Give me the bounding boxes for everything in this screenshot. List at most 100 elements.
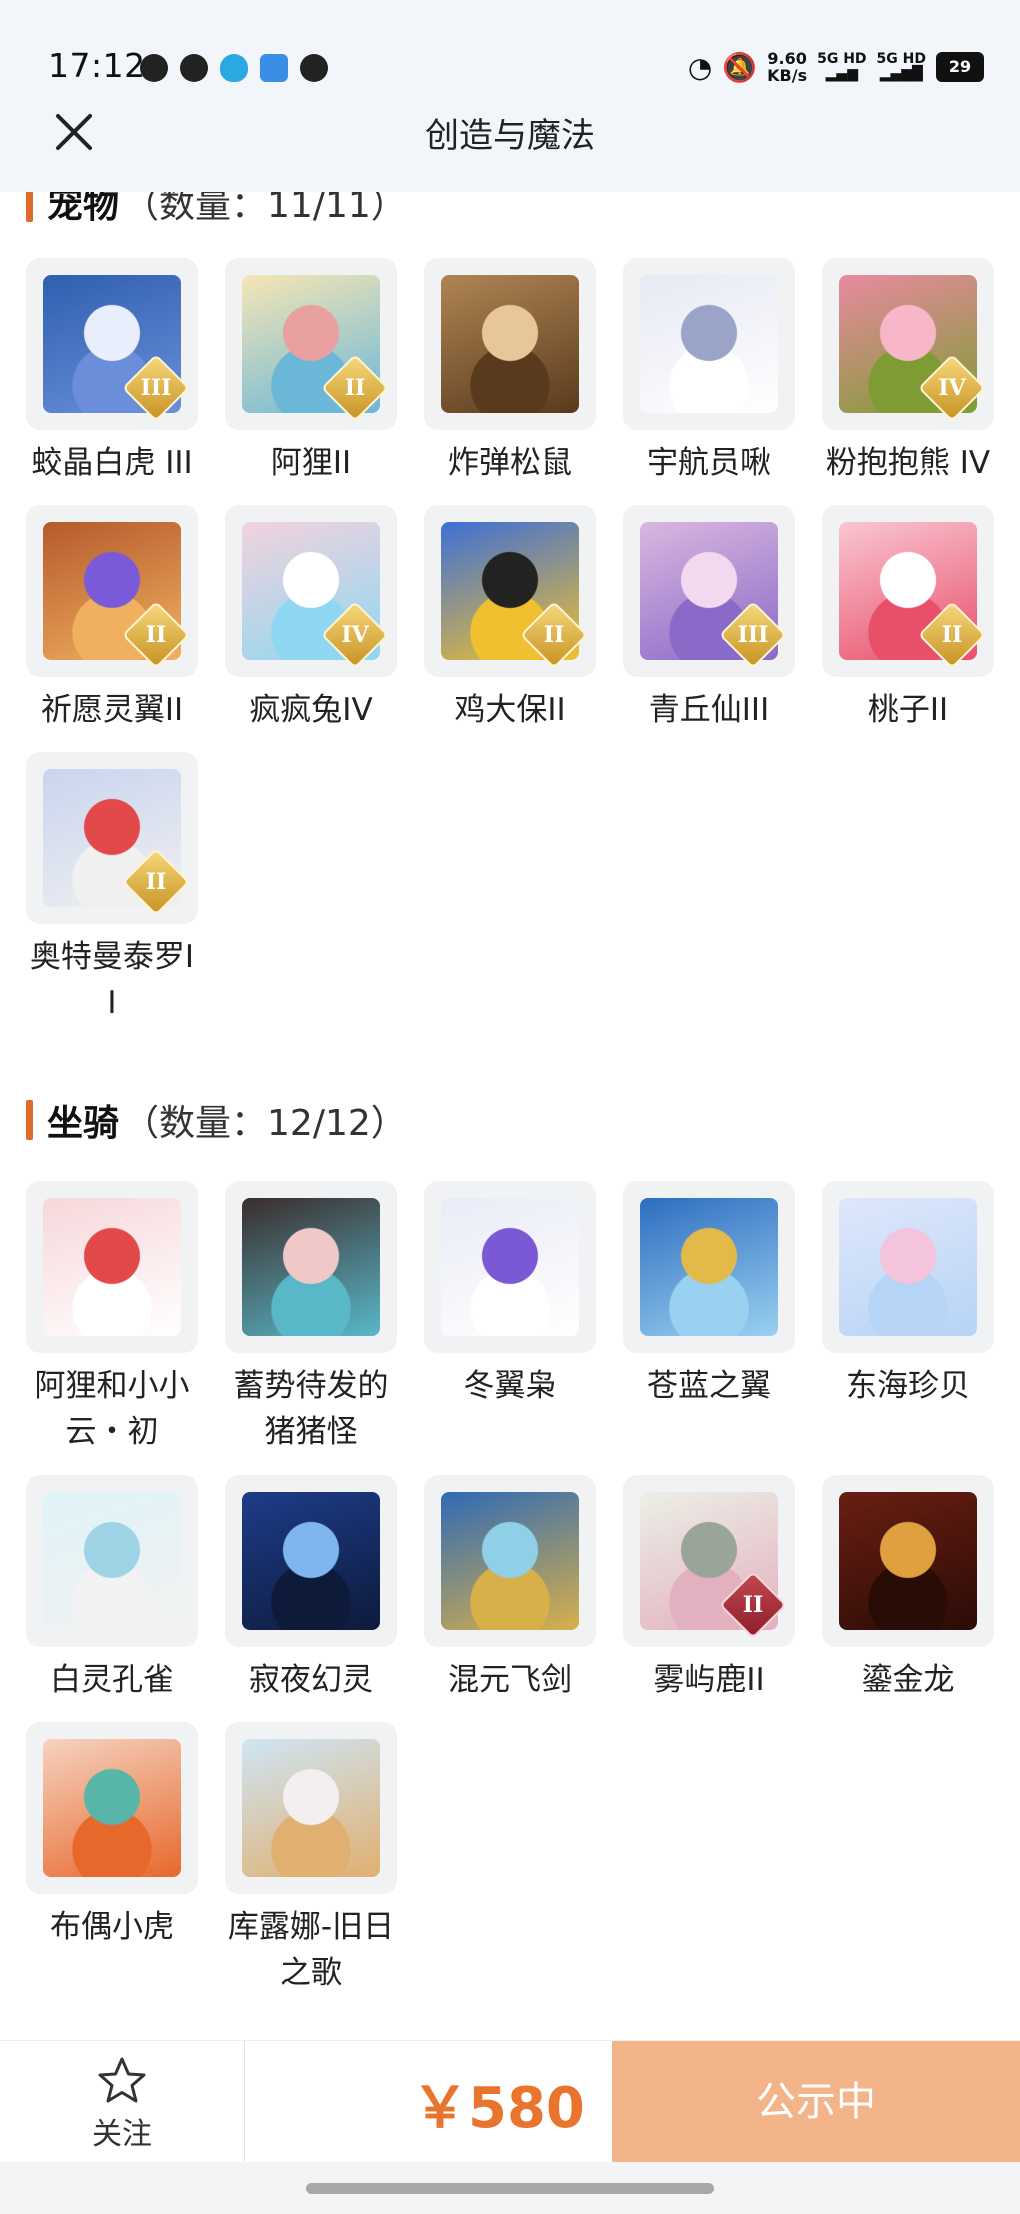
cat-app-icon [300, 54, 328, 82]
net-speed: 9.60 KB/s [767, 49, 808, 85]
item-label: 冬翼枭 [463, 1368, 557, 1404]
tier-badge-label: III [140, 375, 172, 401]
section-count: （数量：12/12） [123, 1103, 407, 1144]
mount-item[interactable]: 布偶小虎 [26, 1722, 198, 1950]
pet-item[interactable]: 宇航员啾 [623, 258, 795, 486]
pet-item[interactable]: II 桃子II [822, 505, 994, 733]
item-artwork [839, 1492, 977, 1630]
tier-badge-label: II [145, 869, 167, 895]
item-thumbnail [26, 1475, 198, 1647]
qq-icon [220, 54, 248, 82]
signal-2: 5G HD ▂▄▆█ [876, 51, 926, 82]
gauge-icon: ◔ [687, 50, 713, 84]
item-artwork [43, 1492, 181, 1630]
battery-icon: 29 [936, 52, 984, 82]
item-thumbnail [26, 1722, 198, 1894]
item-thumbnail [225, 1475, 397, 1647]
item-thumbnail: II [26, 505, 198, 677]
tier-badge-label: IV [341, 622, 369, 648]
mount-item[interactable]: 白灵孔雀 [26, 1475, 198, 1703]
pet-item[interactable]: II 祈愿灵翼II [26, 505, 198, 733]
item-artwork [242, 1739, 380, 1877]
mount-item[interactable]: 寂夜幻灵 [225, 1475, 397, 1703]
item-label: 蛟晶白虎 III [31, 445, 193, 481]
mount-item[interactable]: 东海珍贝 [822, 1181, 994, 1409]
tier-badge-label: II [344, 375, 366, 401]
item-label: 阿狸和小小云・初 [34, 1368, 190, 1450]
status-bar: 17:12 ◔ 🔕 9.60 KB/s 5G HD ▂▄▆ 5G HD ▂▄▆█ 2… [0, 0, 1020, 120]
item-thumbnail: IV [822, 258, 994, 430]
item-thumbnail: III [623, 505, 795, 677]
item-thumbnail [26, 1181, 198, 1353]
item-thumbnail [225, 1181, 397, 1353]
section-accent-bar [26, 1100, 33, 1140]
mount-item[interactable]: 混元飞剑 [424, 1475, 596, 1703]
item-label: 宇航员啾 [647, 445, 771, 481]
item-label: 粉抱抱熊 IV [825, 445, 991, 481]
item-thumbnail: III [26, 258, 198, 430]
bottom-action-bar: 关注 ￥580 公示中 [0, 2040, 1020, 2163]
item-label: 库露娜-旧日之歌 [227, 1909, 395, 1991]
item-label: 祈愿灵翼II [40, 692, 184, 728]
item-artwork [242, 1492, 380, 1630]
item-label: 奥特曼泰罗II [29, 939, 195, 1021]
gesture-bar[interactable] [306, 2183, 714, 2194]
mount-item[interactable]: 冬翼枭 [424, 1181, 596, 1409]
pet-item[interactable]: III 青丘仙III [623, 505, 795, 733]
pet-item[interactable]: IV 粉抱抱熊 IV [822, 258, 994, 486]
pet-item[interactable]: IV 疯疯兔IV [225, 505, 397, 733]
follow-label: 关注 [92, 2117, 152, 2152]
item-label: 苍蓝之翼 [647, 1368, 771, 1404]
item-label: 炸弹松鼠 [448, 445, 572, 481]
item-artwork [839, 1198, 977, 1336]
section-header-mounts: 坐骑 （数量：12/12） [26, 1094, 407, 1146]
item-label: 青丘仙III [648, 692, 770, 728]
item-thumbnail [424, 258, 596, 430]
tier-badge-label: II [742, 1592, 764, 1618]
pet-item[interactable]: II 奥特曼泰罗II [26, 752, 198, 1026]
item-label: 东海珍贝 [846, 1368, 970, 1404]
item-thumbnail: II [822, 505, 994, 677]
tier-badge-label: IV [938, 375, 966, 401]
page-title: 创造与魔法 [425, 116, 595, 156]
pet-item[interactable]: II 阿狸II [225, 258, 397, 486]
item-artwork [441, 275, 579, 413]
mount-item[interactable]: 苍蓝之翼 [623, 1181, 795, 1409]
status-app-icons [140, 54, 328, 82]
mount-item[interactable]: 库露娜-旧日之歌 [225, 1722, 397, 1996]
item-label: 混元飞剑 [448, 1662, 572, 1698]
item-thumbnail [225, 1722, 397, 1894]
item-label: 蓄势待发的猪猪怪 [233, 1368, 389, 1450]
item-thumbnail: IV [225, 505, 397, 677]
item-label: 寂夜幻灵 [249, 1662, 373, 1698]
item-label: 阿狸II [270, 445, 352, 481]
item-artwork [441, 1492, 579, 1630]
item-thumbnail [424, 1181, 596, 1353]
item-artwork [441, 1198, 579, 1336]
item-artwork [640, 1198, 778, 1336]
item-thumbnail: II [225, 258, 397, 430]
item-artwork [43, 1198, 181, 1336]
item-thumbnail: II [26, 752, 198, 924]
mount-item[interactable]: 鎏金龙 [822, 1475, 994, 1703]
tier-badge-label: II [543, 622, 565, 648]
app-notification-icon [180, 54, 208, 82]
pet-item[interactable]: II 鸡大保II [424, 505, 596, 733]
mount-item[interactable]: II 雾屿鹿II [623, 1475, 795, 1703]
mount-item[interactable]: 阿狸和小小云・初 [26, 1181, 198, 1455]
mount-item[interactable]: 蓄势待发的猪猪怪 [225, 1181, 397, 1455]
item-artwork [43, 1739, 181, 1877]
item-thumbnail [424, 1475, 596, 1647]
pet-item[interactable]: 炸弹松鼠 [424, 258, 596, 486]
item-thumbnail [623, 1181, 795, 1353]
item-label: 鎏金龙 [861, 1662, 955, 1698]
item-label: 桃子II [867, 692, 949, 728]
item-label: 白灵孔雀 [50, 1662, 174, 1698]
pet-item[interactable]: III 蛟晶白虎 III [26, 258, 198, 486]
app-notification-icon [140, 54, 168, 82]
follow-button[interactable]: 关注 [0, 2041, 245, 2163]
tier-badge-label: III [737, 622, 769, 648]
item-thumbnail: II [424, 505, 596, 677]
publicity-status-button[interactable]: 公示中 [612, 2041, 1020, 2163]
top-bar: 17:12 ◔ 🔕 9.60 KB/s 5G HD ▂▄▆ 5G HD ▂▄▆█ 2… [0, 0, 1020, 192]
